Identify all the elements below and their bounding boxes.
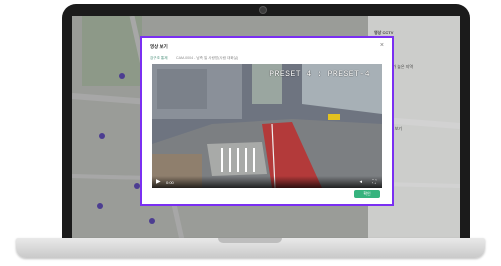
cctv-video-player[interactable]: PRESET 4 : PRESET-4 ▶ 0:00 ◂ ⛶ bbox=[152, 64, 382, 188]
laptop-notch bbox=[218, 238, 282, 243]
camera-label: 강구조 통제 bbox=[150, 56, 168, 60]
video-controls: ▶ 0:00 ◂ ⛶ bbox=[152, 176, 382, 188]
video-frame bbox=[152, 64, 382, 188]
close-icon[interactable]: × bbox=[380, 42, 384, 49]
fullscreen-icon[interactable]: ⛶ bbox=[372, 179, 376, 185]
play-icon[interactable]: ▶ bbox=[156, 178, 161, 185]
preset-overlay-text: PRESET 4 : PRESET-4 bbox=[269, 70, 370, 79]
modal-title: 영상 보기 bbox=[150, 44, 168, 49]
webcam bbox=[260, 7, 266, 13]
camera-description: CAM-0004 - 남측 일 사랑방(사람 대화실) bbox=[176, 56, 239, 60]
video-time: 0:00 bbox=[166, 180, 174, 185]
volume-icon[interactable]: ◂ bbox=[359, 179, 362, 185]
laptop-frame: 영상 CCTV 사고위험도가 높은 지역 실시간 현황 보기 시간대 선택 영상… bbox=[0, 0, 501, 266]
video-modal: 영상 보기 × 강구조 통제 CAM-0004 - 남측 일 사랑방(사람 대화… bbox=[140, 36, 394, 206]
confirm-button[interactable]: 확인 bbox=[354, 190, 380, 198]
